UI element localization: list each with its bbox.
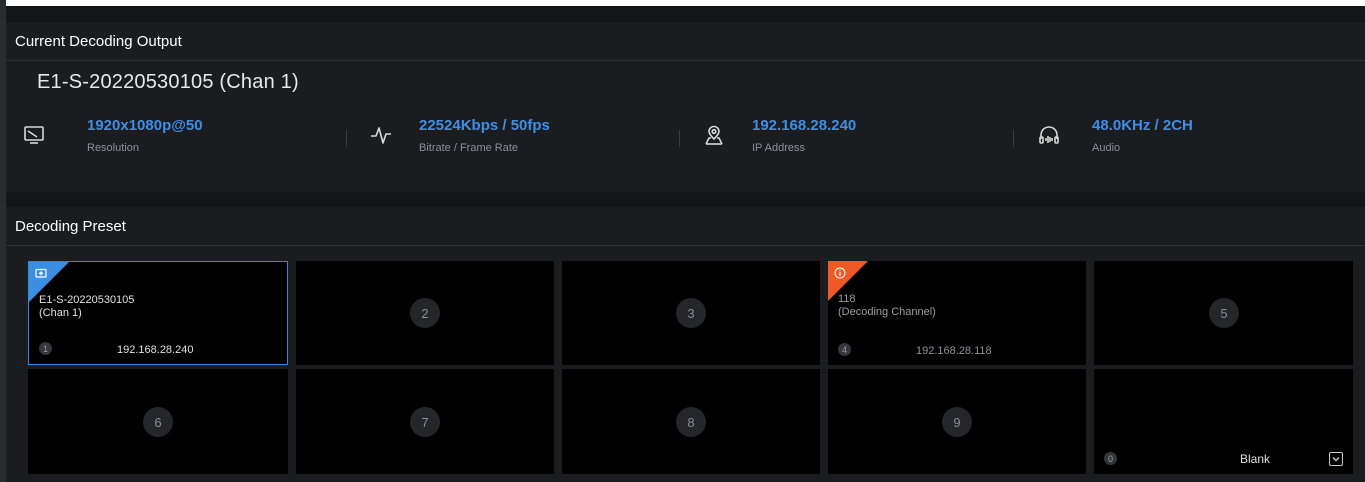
preset-tile-4[interactable]: 118 (Decoding Channel) 4 192.168.28.118 — [828, 261, 1086, 365]
decoding-preset-title: Decoding Preset — [15, 218, 126, 235]
tile-index-badge: 0 — [1104, 452, 1117, 465]
location-pin-icon — [703, 124, 725, 146]
tile-source-name-line1: 118 — [838, 293, 856, 305]
preset-tile-0[interactable]: 0 Blank — [1094, 369, 1353, 474]
tile-source-name-line2: (Chan 1) — [39, 307, 82, 319]
tile-source-name: E1-S-20220530105 (Chan 1) — [39, 294, 134, 320]
waveform-icon — [370, 124, 392, 146]
preset-tile-8[interactable]: 8 — [562, 369, 820, 474]
tile-number: 9 — [942, 407, 972, 437]
resolution-value: 1920x1080p@50 — [87, 117, 203, 134]
stat-separator — [679, 130, 680, 147]
preset-tile-5[interactable]: 5 — [1094, 261, 1353, 365]
tile-number: 3 — [676, 298, 706, 328]
preset-tile-3[interactable]: 3 — [562, 261, 820, 365]
dropdown-button[interactable] — [1329, 452, 1343, 466]
resolution-label: Resolution — [87, 142, 139, 154]
preset-tile-9[interactable]: 9 — [828, 369, 1086, 474]
preset-tile-7[interactable]: 7 — [296, 369, 554, 474]
ip-address-label: IP Address — [752, 142, 805, 154]
tile-number: 8 — [676, 407, 706, 437]
tile-number: 7 — [410, 407, 440, 437]
stat-separator — [1013, 130, 1014, 147]
current-decoding-output-title: Current Decoding Output — [15, 33, 182, 50]
current-decoding-output-panel: Current Decoding Output E1-S-20220530105… — [6, 22, 1365, 192]
top-strip — [6, 0, 1365, 6]
stat-separator — [346, 130, 347, 147]
headphones-icon — [1038, 124, 1060, 146]
tile-ip-address: 192.168.28.118 — [916, 345, 992, 357]
tile-source-name-line2: (Decoding Channel) — [838, 306, 936, 318]
tile-number: 6 — [143, 407, 173, 437]
monitor-icon — [23, 124, 45, 146]
preset-tile-1[interactable]: E1-S-20220530105 (Chan 1) 1 192.168.28.2… — [28, 261, 288, 365]
tile-source-name-line1: E1-S-20220530105 — [39, 294, 135, 306]
tile-source-name: 118 (Decoding Channel) — [838, 293, 936, 319]
audio-value: 48.0KHz / 2CH — [1092, 117, 1193, 134]
tile-index-badge: 4 — [838, 343, 851, 356]
screen-share-icon — [35, 267, 47, 279]
tile-ip-address: 192.168.28.240 — [117, 344, 194, 356]
preset-tile-6[interactable]: 6 — [28, 369, 288, 474]
ip-address-value: 192.168.28.240 — [752, 117, 857, 134]
chevron-down-icon — [1332, 457, 1340, 462]
title-divider — [6, 245, 1365, 246]
decoding-preset-panel: Decoding Preset E1-S-20220530105 (Chan 1… — [6, 207, 1365, 482]
bitrate-value: 22524Kbps / 50fps — [419, 117, 550, 134]
tile-index-badge: 1 — [39, 342, 52, 355]
blank-label: Blank — [1239, 452, 1270, 466]
tile-number: 5 — [1209, 298, 1239, 328]
tile-number: 2 — [410, 298, 440, 328]
bitrate-label: Bitrate / Frame Rate — [419, 142, 519, 154]
info-icon — [834, 266, 846, 279]
current-source-name: E1-S-20220530105 (Chan 1) — [37, 71, 299, 93]
preset-tile-2[interactable]: 2 — [296, 261, 554, 365]
audio-label: Audio — [1092, 142, 1121, 154]
title-divider — [6, 60, 1365, 61]
